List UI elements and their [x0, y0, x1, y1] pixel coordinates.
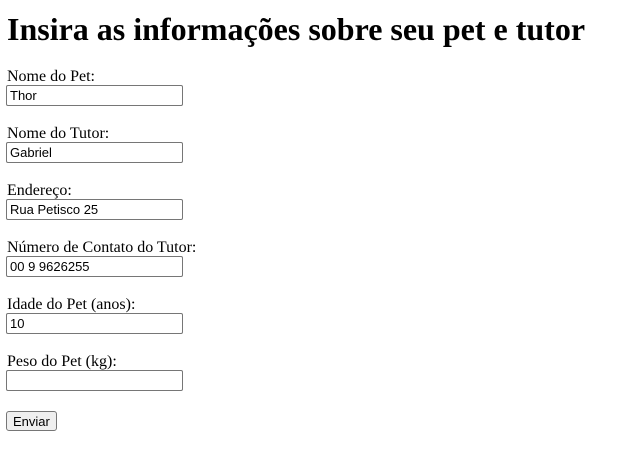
contact-label: Número de Contato do Tutor:: [7, 239, 197, 256]
address-input[interactable]: [6, 199, 183, 220]
pet-name-input[interactable]: [6, 85, 183, 106]
field-address: Endereço:: [6, 183, 617, 240]
page-title: Insira as informações sobre seu pet e tu…: [7, 11, 586, 47]
tutor-name-input[interactable]: [6, 142, 183, 163]
pet-name-label: Nome do Pet:: [7, 68, 95, 85]
tutor-name-label: Nome do Tutor:: [7, 125, 110, 142]
field-pet-age: Idade do Pet (anos):: [6, 297, 617, 354]
field-pet-name: Nome do Pet:: [6, 69, 617, 126]
contact-input[interactable]: [6, 256, 183, 277]
pet-form: Nome do Pet: Nome do Tutor: Endereço: Nú…: [6, 69, 617, 431]
field-contact: Número de Contato do Tutor:: [6, 240, 617, 297]
address-label: Endereço:: [7, 182, 72, 199]
pet-age-input[interactable]: [6, 313, 183, 334]
pet-weight-label: Peso do Pet (kg):: [7, 353, 117, 370]
field-tutor-name: Nome do Tutor:: [6, 126, 617, 183]
pet-age-label: Idade do Pet (anos):: [7, 296, 136, 313]
pet-weight-input[interactable]: [6, 370, 183, 391]
submit-button[interactable]: Enviar: [6, 411, 57, 431]
field-pet-weight: Peso do Pet (kg):: [6, 354, 617, 411]
